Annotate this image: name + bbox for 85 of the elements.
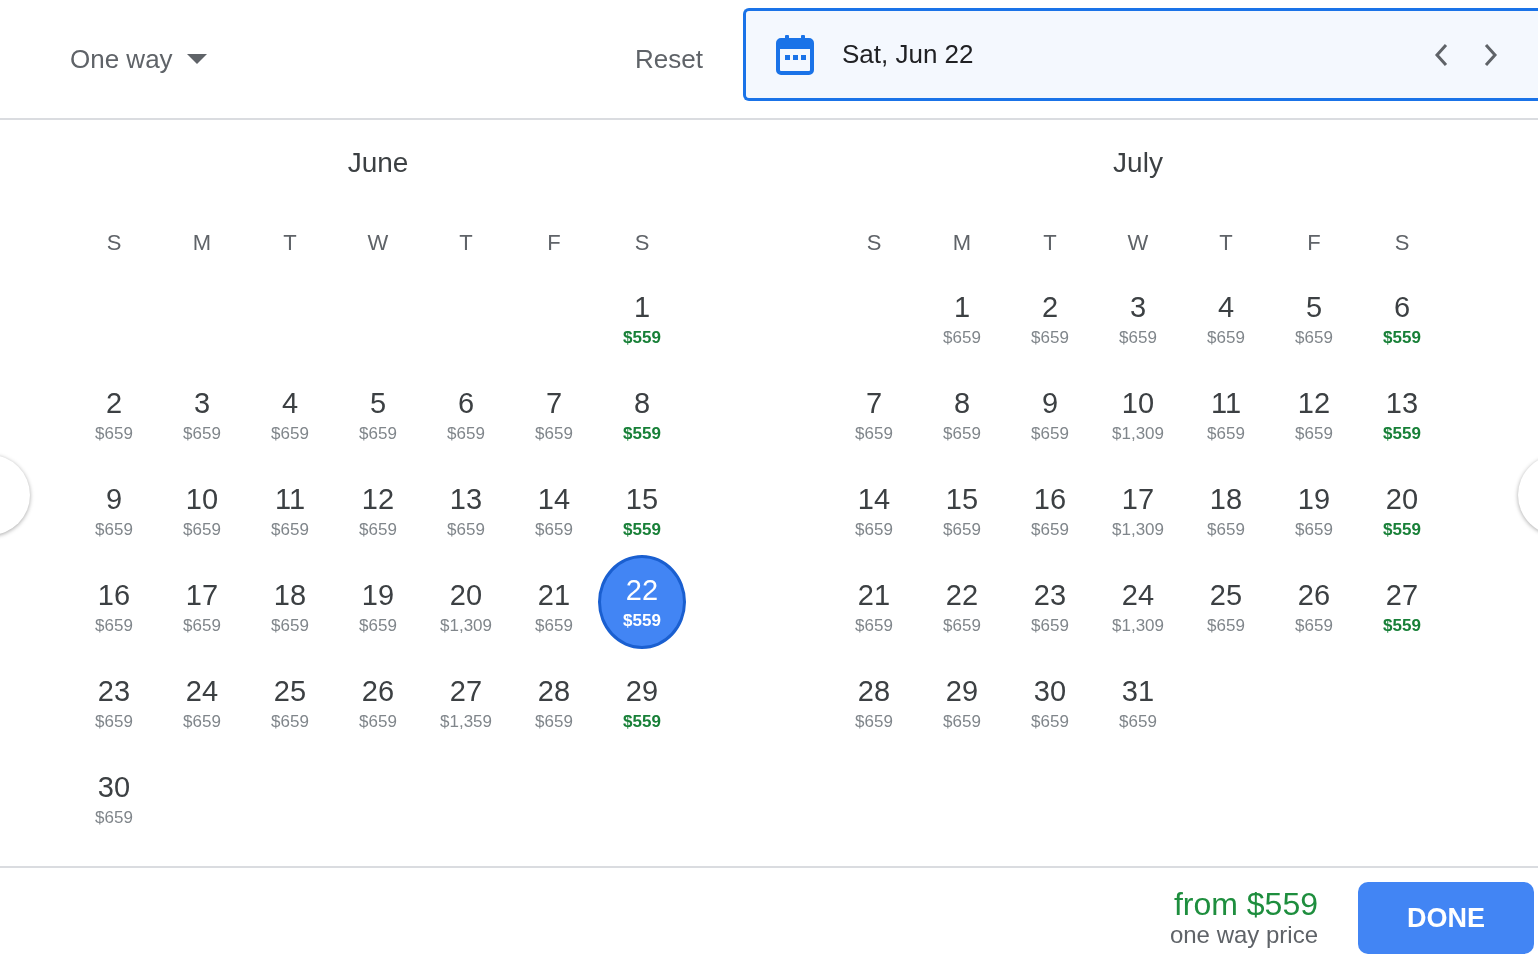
calendar-day[interactable]: 12 $659 (1272, 386, 1356, 444)
calendar-day[interactable]: 31 $659 (1096, 674, 1180, 732)
weekday-label: T (1219, 229, 1233, 257)
calendar-day[interactable]: 3 $659 (160, 386, 244, 444)
calendar-day[interactable]: 4 $659 (248, 386, 332, 444)
weekday-label: S (1394, 229, 1410, 257)
calendar-day[interactable]: 9 $659 (1008, 386, 1092, 444)
calendar-day[interactable]: 24 $1,309 (1096, 578, 1180, 636)
weekday-label: T (283, 229, 297, 257)
calendar-day[interactable]: 12 $659 (336, 482, 420, 540)
calendar-day[interactable]: 2 $659 (72, 386, 156, 444)
calendar-day[interactable]: 19 $659 (1272, 482, 1356, 540)
calendar-day[interactable]: 7 $659 (832, 386, 916, 444)
calendar-day[interactable]: 3 $659 (1096, 290, 1180, 348)
calendar-day[interactable]: 16 $659 (72, 578, 156, 636)
weekday-label: F (1307, 229, 1321, 257)
calendar-day[interactable]: 11 $659 (248, 482, 332, 540)
calendar-day[interactable]: 2 $659 (1008, 290, 1092, 348)
calendar-day[interactable]: 6 $559 (1360, 290, 1444, 348)
weekday-label: T (459, 229, 473, 257)
weekday-label: M (192, 229, 212, 257)
calendar-day[interactable]: 10 $659 (160, 482, 244, 540)
calendar-day[interactable]: 27 $1,359 (424, 674, 508, 732)
calendar-day[interactable]: 1 $559 (600, 290, 684, 348)
weekday-label: W (1127, 229, 1149, 257)
reset-button[interactable]: Reset (635, 37, 703, 81)
weekday-label: S (866, 229, 882, 257)
caret-icon (186, 54, 207, 64)
calendar-day[interactable]: 23 $659 (72, 674, 156, 732)
lowest-price: from $559 (1173, 887, 1318, 921)
calendar-day[interactable]: 29 $659 (920, 674, 1004, 732)
calendar-day[interactable]: 15 $659 (920, 482, 1004, 540)
calendar-day[interactable]: 5 $659 (336, 386, 420, 444)
calendar-day[interactable]: 25 $659 (1184, 578, 1268, 636)
month-title: July (1113, 146, 1163, 180)
weekday-label: W (367, 229, 389, 257)
weekday-label: S (634, 229, 650, 257)
done-button[interactable]: DONE (1358, 882, 1534, 954)
calendar-day[interactable]: 22 $659 (920, 578, 1004, 636)
calendar-day[interactable]: 30 $659 (72, 770, 156, 828)
calendar-day[interactable]: 10 $1,309 (1096, 386, 1180, 444)
calendar-day[interactable]: 19 $659 (336, 578, 420, 636)
calendar-day[interactable]: 11 $659 (1184, 386, 1268, 444)
calendar-day[interactable]: 26 $659 (1272, 578, 1356, 636)
calendar-day[interactable]: 7 $659 (512, 386, 596, 444)
calendar-day[interactable]: 1 $659 (920, 290, 1004, 348)
calendar-day[interactable]: 4 $659 (1184, 290, 1268, 348)
calendar-day[interactable]: 5 $659 (1272, 290, 1356, 348)
calendar-day[interactable]: 23 $659 (1008, 578, 1092, 636)
calendar-day[interactable]: 25 $659 (248, 674, 332, 732)
date-field[interactable]: Sat, Jun 22 (743, 8, 1538, 101)
calendar-day[interactable]: 18 $659 (1184, 482, 1268, 540)
price-caption: one way price (1169, 921, 1318, 949)
calendar-day[interactable]: 30 $659 (1008, 674, 1092, 732)
calendar-day[interactable]: 14 $659 (832, 482, 916, 540)
calendar-day[interactable]: 27 $559 (1360, 578, 1444, 636)
calendar-day[interactable]: 17 $1,309 (1096, 482, 1180, 540)
month-title: June (347, 146, 409, 180)
calendar-day[interactable]: 29 $559 (600, 674, 684, 732)
weekday-label: S (106, 229, 122, 257)
calendar-day[interactable]: 13 $659 (424, 482, 508, 540)
calendar-day[interactable]: 13 $559 (1360, 386, 1444, 444)
calendar-day[interactable]: 9 $659 (72, 482, 156, 540)
calendar-day[interactable]: 21 $659 (832, 578, 916, 636)
calendar-day[interactable]: 24 $659 (160, 674, 244, 732)
calendar-day[interactable]: 8 $559 (600, 386, 684, 444)
calendar-day[interactable]: 28 $659 (832, 674, 916, 732)
calendar-day[interactable]: 6 $659 (424, 386, 508, 444)
calendar-day[interactable]: 14 $659 (512, 482, 596, 540)
calendar-day[interactable]: 18 $659 (248, 578, 332, 636)
calendar-day[interactable]: 8 $659 (920, 386, 1004, 444)
calendar-day[interactable]: 26 $659 (336, 674, 420, 732)
calendar-day[interactable]: 21 $659 (512, 578, 596, 636)
trip-type-dropdown[interactable]: One way (70, 37, 207, 81)
calendar-day[interactable]: 16 $659 (1008, 482, 1092, 540)
weekday-label: F (547, 229, 561, 257)
calendar-day[interactable]: 17 $659 (160, 578, 244, 636)
weekday-label: T (1043, 229, 1057, 257)
calendar-day[interactable]: 15 $559 (600, 482, 684, 540)
calendar-day[interactable]: 28 $659 (512, 674, 596, 732)
calendar-day[interactable]: 20 $1,309 (424, 578, 508, 636)
calendar-icon (776, 34, 814, 75)
weekday-label: M (952, 229, 972, 257)
calendar-day[interactable]: 20 $559 (1360, 482, 1444, 540)
calendar-day[interactable]: 22 $559 (598, 555, 686, 649)
